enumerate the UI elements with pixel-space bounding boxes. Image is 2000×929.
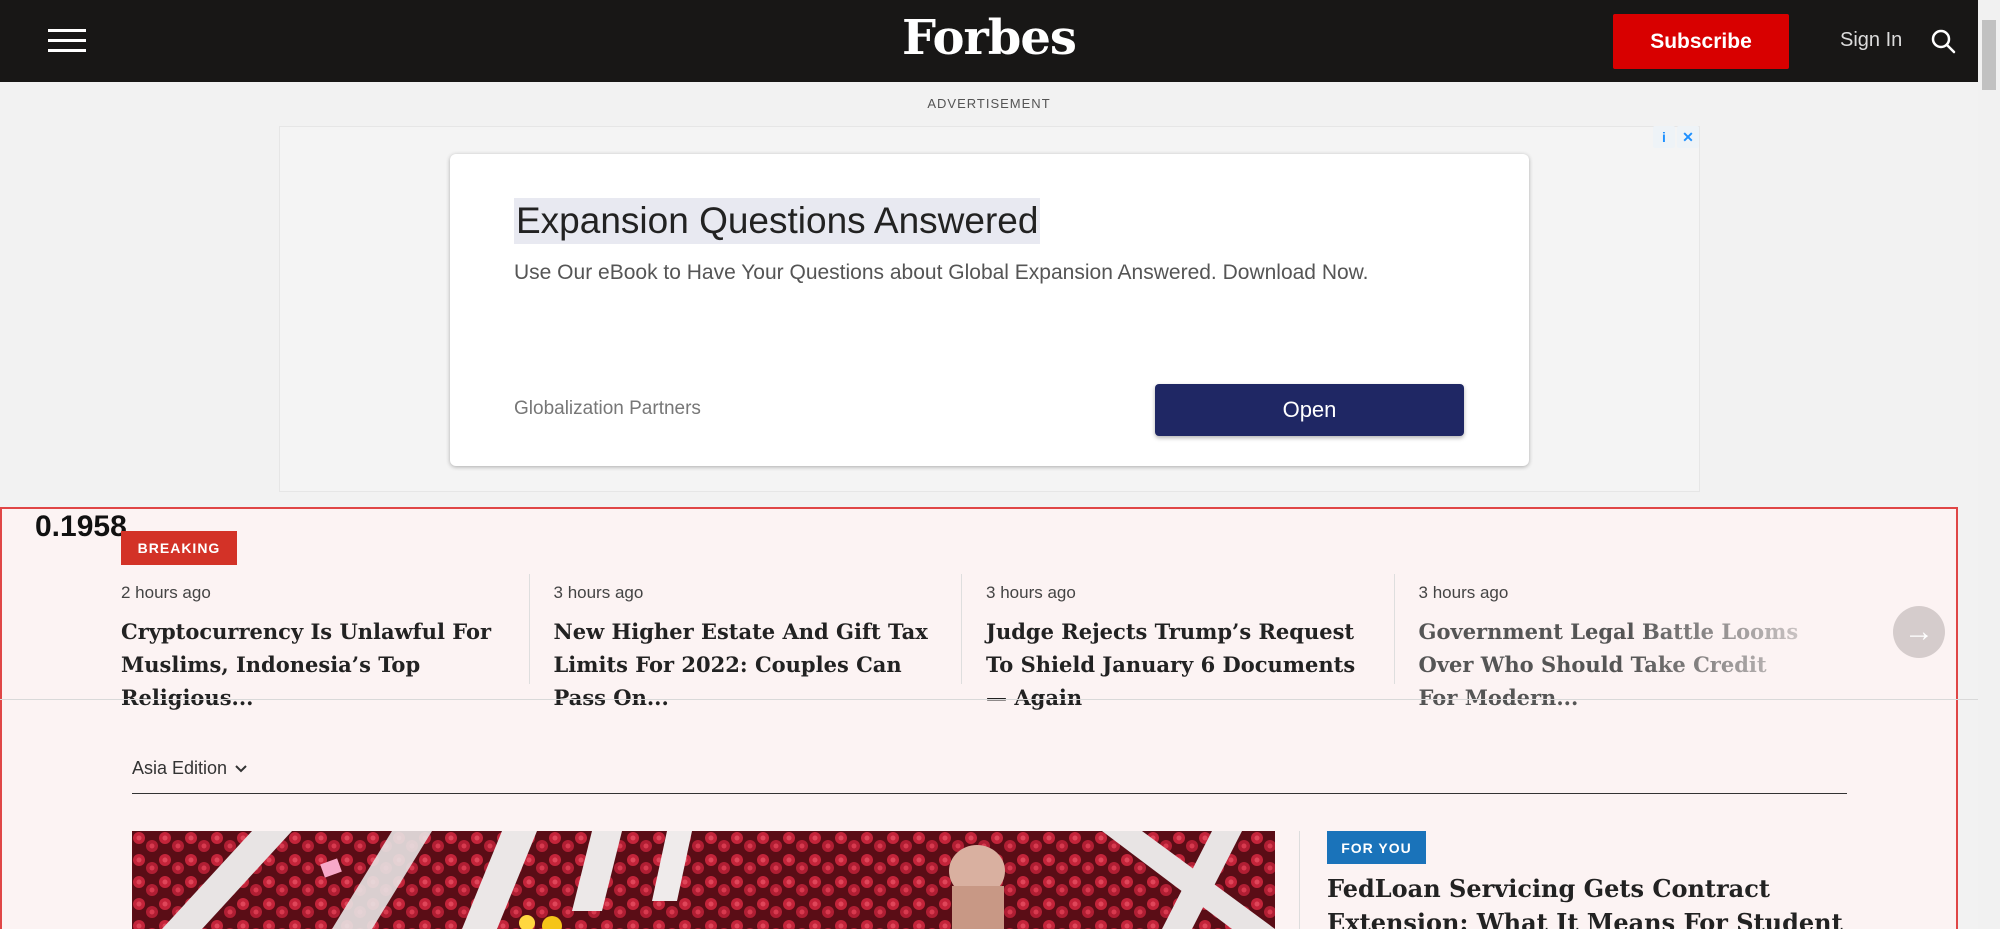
breaking-story[interactable]: 3 hours ago Judge Rejects Trump’s Reques…: [986, 574, 1395, 710]
story-time: 3 hours ago: [986, 583, 1076, 602]
for-you-badge: FOR YOU: [1327, 831, 1426, 864]
scrollbar-thumb[interactable]: [1982, 20, 1996, 90]
carousel-fade: [1630, 600, 1860, 680]
breaking-story[interactable]: 2 hours ago Cryptocurrency Is Unlawful F…: [121, 574, 530, 710]
advertisement-label: ADVERTISEMENT: [927, 96, 1051, 111]
carousel-next-icon[interactable]: →: [1893, 606, 1945, 658]
story-time: 3 hours ago: [553, 583, 644, 602]
chevron-down-icon: [235, 765, 247, 773]
ad-description: Use Our eBook to Have Your Questions abo…: [514, 261, 1369, 284]
overlay-score: 0.1958: [35, 510, 127, 543]
column-divider: [1299, 831, 1300, 929]
ad-title[interactable]: Expansion Questions Answered: [514, 198, 1041, 244]
hero-image[interactable]: [132, 831, 1275, 929]
ad-choices: i ✕: [1653, 126, 1699, 148]
ad-open-button[interactable]: Open: [1155, 384, 1464, 436]
search-icon[interactable]: [1930, 28, 1956, 54]
section-divider: [0, 699, 1978, 700]
ad-brand: Globalization Partners: [514, 398, 701, 419]
breaking-badge: BREAKING: [121, 531, 237, 565]
site-header: Forbes Subscribe Sign In: [0, 0, 1978, 82]
breaking-story[interactable]: 3 hours ago New Higher Estate And Gift T…: [553, 574, 963, 710]
edition-label: Asia Edition: [132, 758, 228, 778]
story-time: 2 hours ago: [121, 583, 211, 602]
subscribe-button[interactable]: Subscribe: [1613, 14, 1789, 69]
edition-selector[interactable]: Asia Edition: [132, 758, 247, 779]
ad-info-icon[interactable]: i: [1653, 126, 1675, 148]
ad-close-icon[interactable]: ✕: [1677, 126, 1699, 148]
breaking-stories: 2 hours ago Cryptocurrency Is Unlawful F…: [121, 574, 1851, 710]
page-scrollbar[interactable]: [1978, 0, 2000, 929]
for-you-headline[interactable]: FedLoan Servicing Gets Contract Extensio…: [1327, 872, 1847, 929]
sign-in-link[interactable]: Sign In: [1840, 29, 1902, 52]
edition-divider: [132, 793, 1847, 794]
